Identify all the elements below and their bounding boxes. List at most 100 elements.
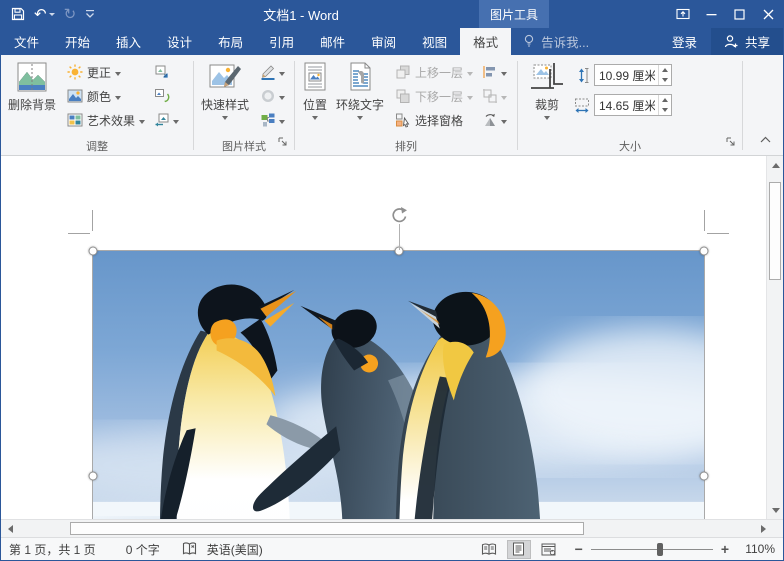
reset-picture-icon <box>154 112 170 128</box>
position-button[interactable]: 位置 <box>298 60 332 120</box>
margin-mark-top-right <box>707 233 729 234</box>
tab-references[interactable]: 引用 <box>256 28 307 55</box>
selection-handle-middle-left[interactable] <box>89 472 98 481</box>
ribbon-display-options-button[interactable] <box>669 0 697 28</box>
shape-width-spinner[interactable] <box>658 95 671 115</box>
horizontal-scrollbar[interactable] <box>1 519 783 537</box>
picture-styles-dialog-launcher[interactable] <box>278 134 288 152</box>
picture-effects-button[interactable] <box>258 84 287 108</box>
rotate-handle[interactable] <box>389 206 408 230</box>
picture-border-button[interactable] <box>258 60 287 84</box>
shape-height-spinbox <box>594 64 672 86</box>
shape-height-spinner[interactable] <box>658 65 671 85</box>
penguins-photo[interactable] <box>93 251 704 519</box>
group-objects-button[interactable] <box>480 84 509 108</box>
selection-handle-top-left[interactable] <box>89 247 98 256</box>
align-objects-button[interactable] <box>480 60 509 84</box>
share-person-icon <box>724 34 739 49</box>
color-button[interactable]: 颜色 <box>65 84 147 108</box>
save-button[interactable] <box>11 7 25 21</box>
artistic-effects-button[interactable]: 艺术效果 <box>65 108 147 132</box>
group-size: 裁剪 <box>518 58 742 155</box>
group-divider <box>742 61 743 150</box>
color-icon <box>67 88 83 104</box>
wrap-text-button[interactable]: 环绕文字 <box>332 60 388 120</box>
bring-forward-button[interactable]: 上移一层 <box>393 60 475 84</box>
tab-review[interactable]: 审阅 <box>358 28 409 55</box>
position-icon <box>302 62 328 94</box>
proofing-status-button[interactable] <box>182 542 197 556</box>
zoom-level-indicator[interactable]: 110% <box>739 542 775 556</box>
group-label-adjust: 调整 <box>1 137 193 155</box>
horizontal-scrollbar-thumb[interactable] <box>70 522 584 535</box>
document-canvas[interactable] <box>1 156 783 519</box>
change-picture-button[interactable] <box>152 84 181 108</box>
bring-forward-label: 上移一层 <box>415 64 463 81</box>
selection-handle-top-right[interactable] <box>700 247 709 256</box>
contextual-tool-header[interactable]: 图片工具 <box>479 0 549 28</box>
close-button[interactable] <box>753 0 783 28</box>
zoom-slider[interactable] <box>591 549 713 550</box>
zoom-slider-thumb[interactable] <box>657 543 663 556</box>
web-layout-button[interactable] <box>537 540 561 559</box>
artistic-effects-dropdown-icon <box>139 120 145 124</box>
tab-view[interactable]: 视图 <box>409 28 460 55</box>
word-count-indicator[interactable]: 0 个字 <box>126 541 160 558</box>
tab-insert[interactable]: 插入 <box>103 28 154 55</box>
page-number-indicator[interactable]: 第 1 页，共 1 页 <box>9 541 96 558</box>
remove-background-icon <box>15 62 49 94</box>
scroll-down-icon <box>772 508 780 513</box>
tell-me-box[interactable]: 告诉我... <box>511 28 601 55</box>
shape-width-input[interactable] <box>595 98 655 112</box>
print-layout-button[interactable] <box>507 540 531 559</box>
selection-handle-middle-right[interactable] <box>700 472 709 481</box>
group-label-size: 大小 <box>518 137 742 155</box>
shape-height-input[interactable] <box>595 68 655 82</box>
quick-styles-button[interactable]: 快速样式 <box>197 60 253 120</box>
tab-mailings[interactable]: 邮件 <box>307 28 358 55</box>
remove-background-button[interactable]: 删除背景 <box>4 60 60 113</box>
read-mode-button[interactable] <box>477 540 501 559</box>
undo-dropdown-icon <box>49 13 55 16</box>
ribbon-display-options-icon <box>676 7 690 21</box>
maximize-button[interactable] <box>725 0 753 28</box>
compress-pictures-button[interactable] <box>152 60 181 84</box>
send-backward-button[interactable]: 下移一层 <box>393 84 475 108</box>
collapse-ribbon-button[interactable] <box>760 130 771 148</box>
tab-home[interactable]: 开始 <box>52 28 103 55</box>
tab-file[interactable]: 文件 <box>1 28 52 55</box>
scroll-down-button[interactable] <box>768 502 783 518</box>
tab-layout[interactable]: 布局 <box>205 28 256 55</box>
margin-mark-top-left <box>68 233 90 234</box>
zoom-in-button[interactable]: + <box>721 542 729 556</box>
vertical-scrollbar[interactable] <box>766 156 783 519</box>
selected-picture[interactable] <box>92 250 705 519</box>
customize-qat-button[interactable] <box>85 9 95 19</box>
picture-layout-button[interactable] <box>258 108 287 132</box>
artistic-effects-icon <box>67 112 83 128</box>
sign-in-button[interactable]: 登录 <box>658 28 711 55</box>
selection-pane-button[interactable]: 选择窗格 <box>393 108 475 132</box>
zoom-out-button[interactable]: − <box>575 542 583 556</box>
undo-button[interactable]: ↶ <box>34 7 55 22</box>
language-indicator[interactable]: 英语(美国) <box>207 541 263 558</box>
quick-styles-label: 快速样式 <box>201 96 249 113</box>
redo-icon: ↻ <box>64 7 77 22</box>
rotate-objects-button[interactable] <box>480 108 509 132</box>
tab-format-active[interactable]: 格式 <box>460 28 511 55</box>
close-icon <box>763 9 774 20</box>
scroll-right-button[interactable] <box>755 521 771 536</box>
crop-button[interactable]: 裁剪 <box>526 60 568 120</box>
scroll-up-button[interactable] <box>768 157 783 173</box>
size-dialog-launcher[interactable] <box>726 134 736 152</box>
tab-design[interactable]: 设计 <box>154 28 205 55</box>
reset-picture-button[interactable] <box>152 108 181 132</box>
vertical-scrollbar-thumb[interactable] <box>769 182 781 280</box>
share-button[interactable]: 共享 <box>711 28 783 55</box>
redo-button[interactable]: ↻ <box>64 7 77 22</box>
scroll-left-button[interactable] <box>2 521 18 536</box>
wrap-text-icon <box>347 62 373 94</box>
corrections-button[interactable]: 更正 <box>65 60 147 84</box>
group-adjust: 删除背景 更正 颜色 艺术效果 <box>1 58 193 155</box>
minimize-button[interactable] <box>697 0 725 28</box>
